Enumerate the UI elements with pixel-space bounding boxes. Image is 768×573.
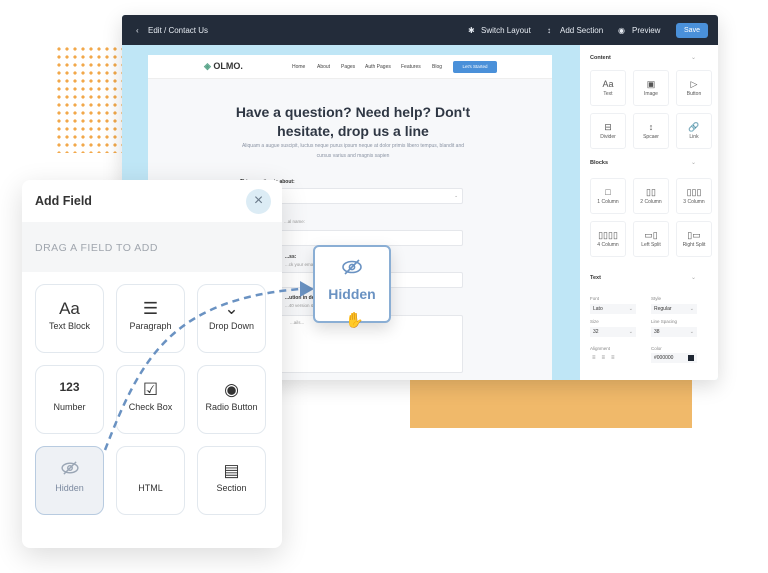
dragged-field-card[interactable]: Hidden ✋ [313, 245, 391, 329]
grab-cursor-icon: ✋ [345, 312, 364, 329]
eye-off-icon [315, 259, 389, 280]
arrow-head-icon [300, 281, 314, 297]
dragged-field-label: Hidden [328, 286, 376, 302]
